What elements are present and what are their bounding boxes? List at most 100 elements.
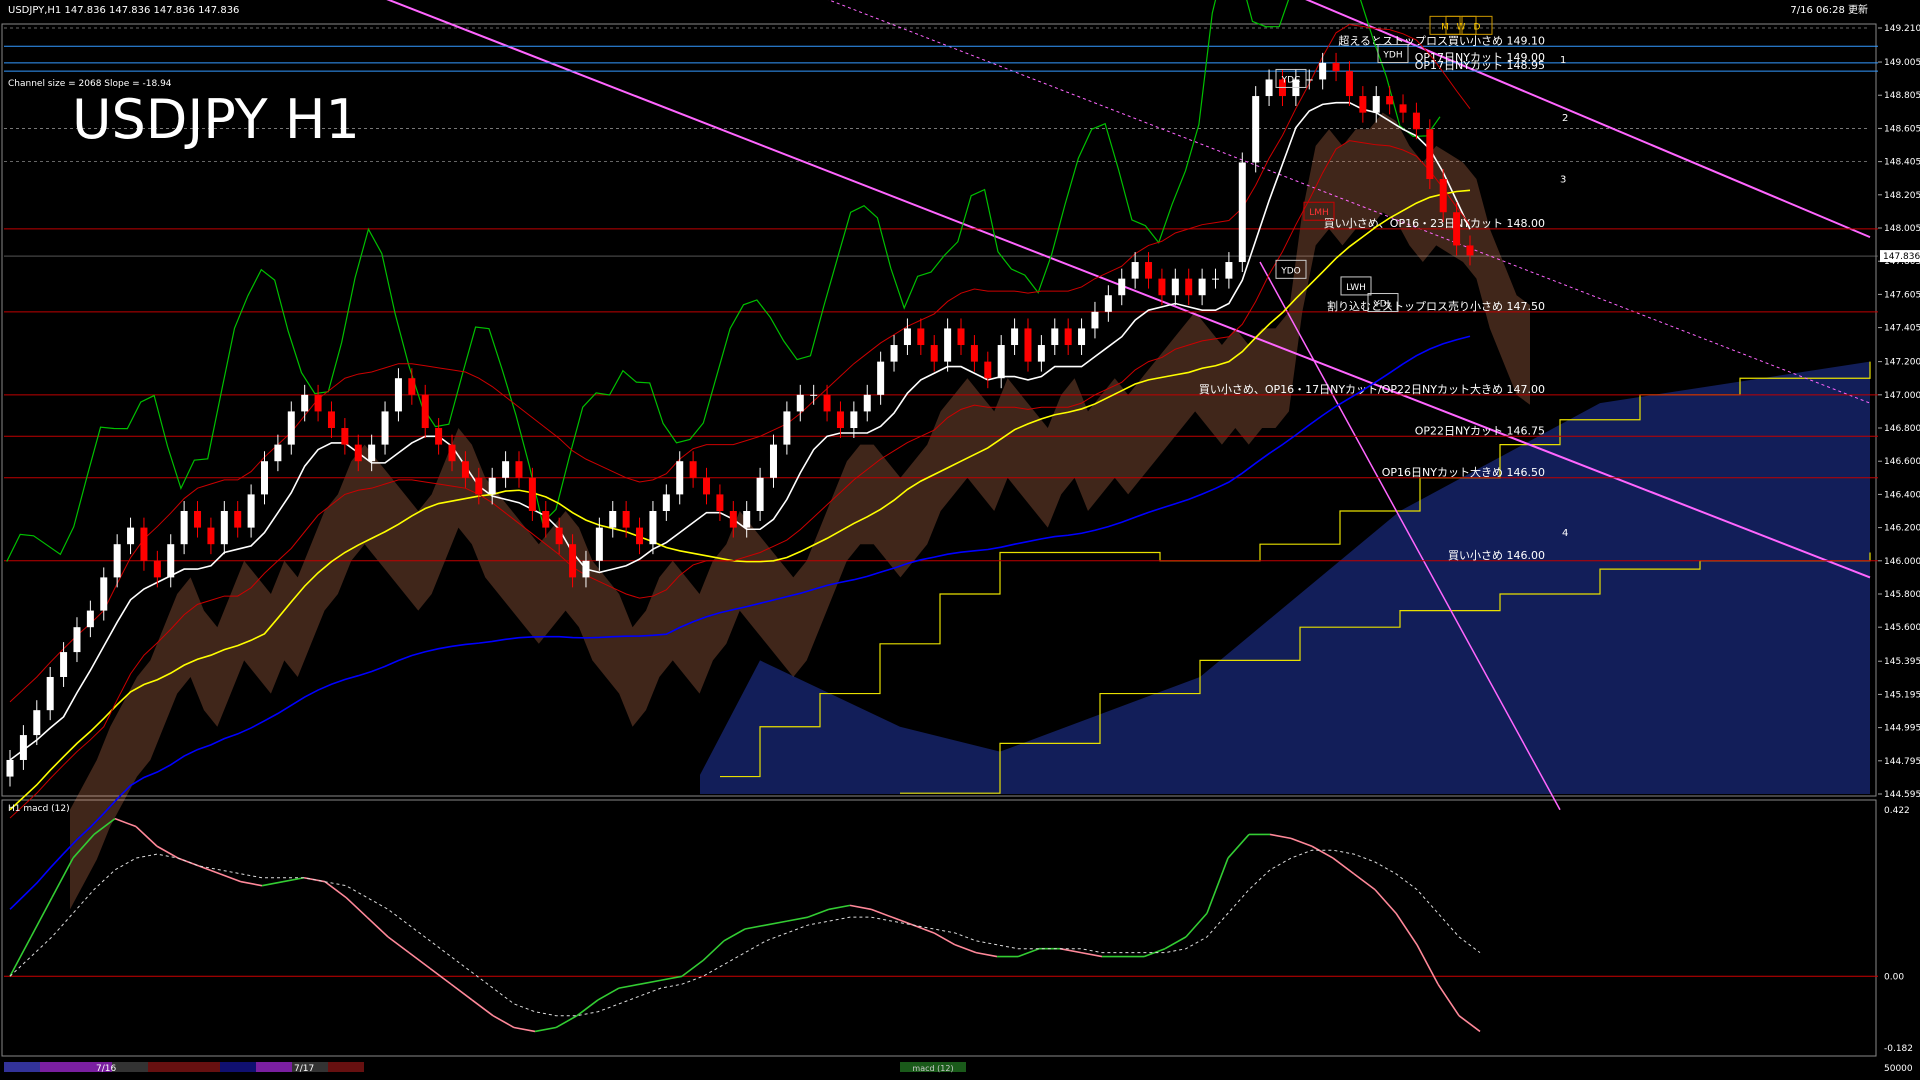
candle-body <box>1091 311 1099 329</box>
macd-segment <box>198 865 221 875</box>
candle-body <box>394 378 402 412</box>
candle-body <box>676 461 684 495</box>
y-tick-label: 148.805 <box>1884 91 1920 101</box>
candle-body <box>1171 278 1179 296</box>
macd-segment <box>1164 936 1187 950</box>
macd-segment <box>366 916 389 938</box>
candle-body <box>1466 245 1474 256</box>
footer-segment <box>184 1062 220 1072</box>
level-box-label: YDH <box>1382 51 1402 61</box>
candle-body <box>1238 162 1246 263</box>
candle-body <box>260 461 268 495</box>
candle-body <box>729 511 737 528</box>
candle-body <box>6 759 14 777</box>
y-tick-label: 144.795 <box>1884 757 1920 767</box>
macd-segment <box>828 904 851 911</box>
macd-segment <box>1332 857 1355 875</box>
candle-body <box>836 411 844 429</box>
candle-body <box>555 527 563 545</box>
y-tick-label: 145.800 <box>1884 590 1920 600</box>
macd-segment <box>891 916 914 926</box>
chart-svg[interactable]: 149.210 149.005 148.805 148.605 148.405 148.2… <box>0 0 1920 1080</box>
footer-segment <box>256 1062 292 1072</box>
candle-body <box>944 328 952 362</box>
y-tick-label: 149.005 <box>1884 58 1920 68</box>
level-box-label: LWH <box>1346 283 1366 293</box>
macd-segment <box>849 904 872 911</box>
candle-body <box>1305 79 1313 81</box>
candle-body <box>1225 262 1233 279</box>
y-tick-label: 146.400 <box>1884 490 1920 500</box>
macd-segment <box>387 936 410 954</box>
macd-segment <box>471 999 494 1017</box>
footer-date: 7/17 <box>294 1064 314 1074</box>
macd-segment <box>807 908 830 918</box>
candle-body <box>194 511 202 528</box>
candle-body <box>408 378 416 395</box>
candle-body <box>796 394 804 412</box>
macd-tick-label: -0.182 <box>1884 1044 1913 1054</box>
candle-body <box>46 676 54 711</box>
footer-segment <box>220 1062 256 1072</box>
footer-right-value: 50000 <box>1884 1064 1913 1074</box>
macd-segment <box>1458 1015 1481 1033</box>
y-tick-label: 147.405 <box>1884 324 1920 334</box>
macd-segment <box>30 897 53 938</box>
candle-body <box>703 477 711 495</box>
candle-body <box>234 511 242 528</box>
macd-segment <box>135 825 158 847</box>
candle-body <box>502 461 510 478</box>
macd-segment <box>219 873 242 883</box>
candle-body <box>1051 328 1059 346</box>
candle-body <box>1212 278 1220 280</box>
candle-body <box>528 477 536 512</box>
macd-segment <box>786 916 809 922</box>
macd-signal-line <box>9 849 1481 1017</box>
y-tick-label: 145.600 <box>1884 623 1920 633</box>
y-tick-label: 149.210 <box>1884 24 1920 34</box>
y-tick-label: 147.000 <box>1884 391 1920 401</box>
macd-segment <box>1395 912 1418 946</box>
macd-segment <box>912 924 935 934</box>
candle-body <box>903 328 911 346</box>
macd-segment <box>744 924 767 930</box>
candle-body <box>435 428 443 445</box>
macd-segment <box>1353 873 1376 891</box>
candle-body <box>810 394 818 396</box>
candle-body <box>877 361 885 395</box>
candle-body <box>274 444 282 462</box>
macd-segment <box>870 908 893 918</box>
candle-body <box>1345 71 1353 97</box>
level-label: 買い小さめ 146.00 <box>1448 549 1545 562</box>
wave-label: 1 <box>1560 55 1566 66</box>
macd-segment <box>9 936 32 977</box>
candle-body <box>448 444 456 462</box>
macd-segment <box>261 880 284 887</box>
candle-body <box>716 494 724 512</box>
level-label: OP22日NYカット 146.75 <box>1415 424 1545 437</box>
candle-body <box>917 328 925 346</box>
level-box-label: D <box>1474 22 1481 32</box>
candle-body <box>1118 278 1126 296</box>
candle-body <box>1185 278 1193 296</box>
candle-body <box>60 652 68 677</box>
wave-label: 3 <box>1560 174 1566 185</box>
candle-body <box>100 577 108 611</box>
big-title: USDJPY H1 <box>72 88 360 151</box>
y-tick-label: 148.605 <box>1884 124 1920 134</box>
candle-body <box>1386 96 1394 105</box>
candle-body <box>622 511 630 528</box>
y-tick-label: 146.800 <box>1884 424 1920 434</box>
level-box-label: YDO <box>1280 266 1301 276</box>
footer-segment <box>328 1062 364 1072</box>
footer-segment <box>148 1062 184 1072</box>
level-box-label: W <box>1457 22 1466 32</box>
macd-segment <box>597 987 620 1001</box>
level-box-label: LMH <box>1309 208 1329 218</box>
candle-body <box>1439 179 1447 213</box>
wave-label: 4 <box>1562 528 1568 539</box>
candle-body <box>475 477 483 495</box>
macd-segment <box>345 896 368 918</box>
y-tick-label: 144.995 <box>1884 724 1920 734</box>
macd-segment <box>1311 845 1334 859</box>
